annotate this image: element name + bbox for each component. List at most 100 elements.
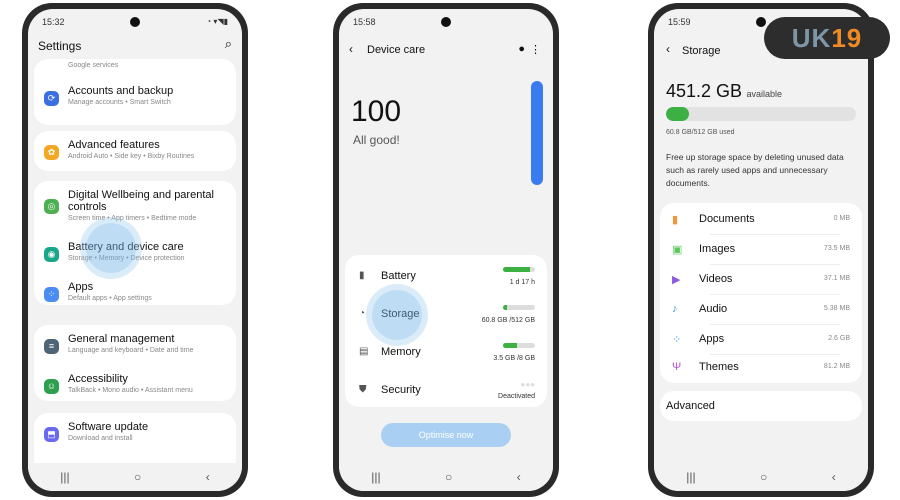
memory-bar: [503, 343, 535, 348]
cat-value: 0 MB: [833, 215, 850, 222]
pie-icon: ◔: [359, 308, 366, 319]
music-note-icon: ♪: [672, 303, 678, 315]
storage-bar: [503, 305, 535, 310]
storage-description: Free up storage space by deleting unused…: [666, 152, 844, 188]
row-value: 1 d 17 h: [509, 279, 535, 286]
recents-icon[interactable]: |||: [60, 470, 69, 484]
back-icon[interactable]: ‹: [349, 42, 353, 56]
battery-bar: [503, 267, 535, 272]
apps-icon: ⁘: [44, 287, 59, 302]
item-sub: TalkBack • Mono audio • Assistant menu: [68, 387, 193, 394]
available-value: 451.2 GB: [666, 81, 743, 101]
settings-item-accessibility[interactable]: ☺ Accessibility TalkBack • Mono audio • …: [44, 373, 230, 413]
battery-icon: ▮: [359, 270, 365, 281]
advanced-label: Advanced: [666, 400, 715, 412]
home-icon[interactable]: ○: [134, 470, 141, 484]
care-score: 100: [351, 95, 402, 128]
document-icon: ▮: [672, 214, 679, 226]
row-label: Battery: [381, 270, 416, 282]
wellbeing-icon: ◎: [44, 199, 59, 214]
cat-label: Themes: [699, 361, 739, 373]
category-apps[interactable]: ⁘ Apps 2.6 GB: [672, 325, 850, 355]
row-value: 60.8 GB /512 GB: [481, 317, 535, 324]
care-list: ▮ Battery 1 d 17 h ◔ Storage 60.8 GB /512 GB…: [345, 255, 547, 407]
page-title: Settings: [38, 39, 82, 53]
score-status: All good!: [353, 133, 400, 147]
recents-icon[interactable]: |||: [371, 470, 380, 484]
row-value: Deactivated: [498, 393, 535, 400]
memory-chip-icon: ▤: [359, 346, 369, 357]
back-icon[interactable]: ‹: [517, 470, 521, 484]
home-icon[interactable]: ○: [760, 470, 767, 484]
category-list: ▮ Documents 0 MB ▣ Images 73.5 MB ▶ Videos 37.…: [660, 203, 862, 383]
care-row-memory[interactable]: ▤ Memory 3.5 GB /8 GB: [355, 335, 537, 371]
gear-plus-icon: ✿: [44, 145, 59, 160]
score-bar: [531, 81, 543, 185]
page-title: Device care: [367, 44, 426, 56]
status-time: 15:59: [668, 17, 691, 27]
sync-icon: ⟳: [44, 91, 59, 106]
category-audio[interactable]: ♪ Audio 5.38 MB: [672, 295, 850, 325]
cat-label: Videos: [699, 273, 733, 285]
cat-value: 37.1 MB: [823, 275, 850, 282]
available-label: available: [746, 89, 783, 99]
care-row-security[interactable]: ⛊ Security ●●● Deactivated: [355, 373, 537, 409]
settings-item-battery-device-care[interactable]: ◉ Battery and device care Storage • Memo…: [44, 241, 230, 281]
phone-device-care: 15:58 ‹ Device care ● ⋮ 100 All good! ▮ B…: [333, 3, 559, 497]
search-icon[interactable]: ⌕: [225, 36, 232, 52]
watermark-logo: UK19: [764, 17, 890, 59]
storage-usage-bar: [666, 107, 856, 121]
lightbulb-icon[interactable]: ●: [518, 43, 525, 55]
category-themes[interactable]: Ψ Themes 81.2 MB: [672, 353, 850, 383]
tap-indicator: [86, 223, 136, 273]
home-icon[interactable]: ○: [445, 470, 452, 484]
sliders-icon: ≡: [44, 339, 59, 354]
settings-item-software-update[interactable]: ⬒ Software update Download and install: [44, 421, 230, 461]
settings-item-accounts[interactable]: ⟳ Accounts and backup Manage accounts • …: [44, 85, 230, 125]
cat-label: Images: [699, 243, 736, 255]
item-title: Software update: [68, 421, 149, 433]
recents-icon[interactable]: |||: [686, 470, 695, 484]
category-documents[interactable]: ▮ Documents 0 MB: [672, 205, 850, 235]
settings-item-apps[interactable]: ⁘ Apps Default apps • App settings: [44, 281, 230, 321]
cat-value: 81.2 MB: [823, 363, 850, 370]
accessibility-icon: ☺: [44, 379, 59, 394]
back-icon[interactable]: ‹: [666, 42, 670, 56]
cat-value: 5.38 MB: [823, 305, 850, 312]
cat-label: Apps: [699, 333, 725, 345]
status-icons: ◔ ▾◥▮: [206, 17, 228, 26]
cat-label: Documents: [699, 213, 755, 225]
item-sub: Language and keyboard • Date and time: [68, 347, 194, 354]
nav-bar: ||| ○ ‹: [339, 463, 553, 491]
item-title: Apps: [68, 281, 94, 293]
settings-group: Google services ⟳ Accounts and backup Ma…: [34, 59, 236, 125]
security-dots: ●●●: [520, 380, 536, 389]
nav-bar: ||| ○ ‹: [28, 463, 242, 491]
back-icon[interactable]: ‹: [832, 470, 836, 484]
camera: [756, 17, 766, 27]
item-title: Accounts and backup: [68, 85, 174, 97]
camera: [441, 17, 451, 27]
optimise-now-button[interactable]: Optimise now: [381, 423, 511, 447]
item-sub: Manage accounts • Smart Switch: [68, 99, 171, 106]
video-icon: ▶: [672, 274, 681, 286]
more-options-icon[interactable]: ⋮: [530, 43, 541, 56]
item-sub: Download and install: [68, 435, 133, 442]
item-title: Digital Wellbeing and parental controls: [68, 189, 214, 213]
advanced-section[interactable]: Advanced: [660, 391, 862, 421]
cat-value: 73.5 MB: [823, 245, 850, 252]
item-title: General management: [68, 333, 175, 345]
settings-item-advanced[interactable]: ✿ Advanced features Android Auto • Side …: [44, 139, 230, 179]
item-sub: Screen time • App timers • Bedtime mode: [68, 215, 197, 222]
settings-item-wellbeing[interactable]: ◎ Digital Wellbeing and parental control…: [44, 189, 230, 229]
phone-settings: 15:32 ◔ ▾◥▮ Settings ⌕ Google services ⟳…: [22, 3, 248, 497]
image-icon: ▣: [672, 244, 683, 256]
settings-item-general-management[interactable]: ≡ General management Language and keyboa…: [44, 333, 230, 373]
settings-group: ≡ General management Language and keyboa…: [34, 325, 236, 401]
google-services-sub: Google services: [68, 62, 119, 69]
category-images[interactable]: ▣ Images 73.5 MB: [672, 235, 850, 265]
category-videos[interactable]: ▶ Videos 37.1 MB: [672, 265, 850, 295]
care-row-battery[interactable]: ▮ Battery 1 d 17 h: [355, 259, 537, 295]
item-title: Accessibility: [68, 373, 128, 385]
back-icon[interactable]: ‹: [206, 470, 210, 484]
